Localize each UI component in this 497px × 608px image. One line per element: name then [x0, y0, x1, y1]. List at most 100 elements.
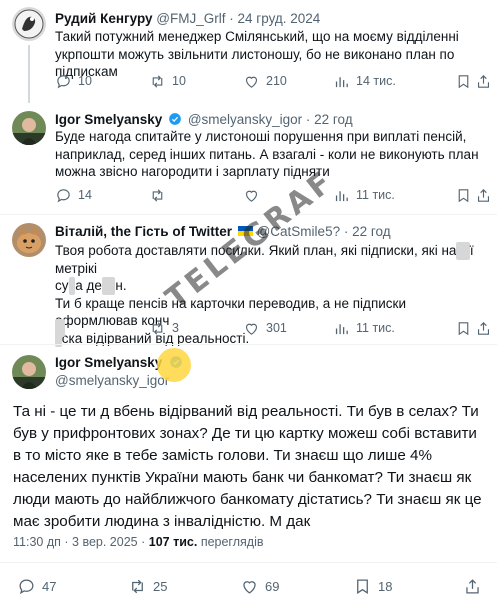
separator: · — [64, 535, 69, 549]
verified-badge-icon — [169, 356, 182, 368]
like-button[interactable]: 301 — [243, 318, 287, 338]
author-name[interactable]: Віталій, the Гість of Twitter — [55, 224, 232, 239]
author-name[interactable]: Igor Smelyansky — [55, 112, 162, 127]
repost-icon — [152, 188, 163, 202]
views-count: 11 тис. — [356, 321, 395, 335]
reply-icon — [57, 74, 70, 88]
censor-blur: xx — [101, 277, 116, 295]
repost-button[interactable]: 10 — [149, 71, 186, 91]
censor-blur — [55, 319, 65, 337]
post-date[interactable]: 22 год — [352, 224, 390, 239]
reply-button[interactable]: 14 — [55, 185, 92, 205]
bookmark-button[interactable]: 18 — [353, 576, 392, 596]
avatar-igor-smelyansky[interactable] — [12, 111, 46, 145]
bookmark-button[interactable] — [455, 318, 472, 338]
tweet-header: Віталій, the Гість of Twitter @CatSmile5… — [55, 223, 489, 241]
like-button[interactable]: 69 — [240, 576, 279, 596]
post-date[interactable]: 3 вер. 2025 — [72, 535, 138, 549]
avatar-igor-smelyansky-main[interactable] — [12, 355, 46, 389]
bookmark-icon — [458, 188, 469, 202]
repost-button[interactable] — [149, 185, 172, 205]
post-date[interactable]: 24 груд. 2024 — [238, 11, 321, 26]
avatar-vitalii[interactable] — [12, 223, 46, 257]
author-handle[interactable]: @CatSmile5? — [257, 224, 341, 239]
share-icon — [477, 321, 490, 335]
bookmark-button[interactable] — [455, 185, 472, 205]
reply-icon — [19, 579, 34, 594]
ukraine-flag-icon — [237, 226, 253, 236]
author-name[interactable]: Рудий Кенгуру — [55, 11, 153, 26]
bookmark-icon — [458, 74, 469, 88]
author-handle[interactable]: @smelyansky_igor — [55, 372, 185, 390]
bookmark-count: 18 — [378, 578, 393, 594]
post-date[interactable]: 22 год — [314, 112, 352, 127]
repost-icon — [152, 74, 163, 88]
repost-icon — [132, 579, 143, 593]
tweet-actions: 14 11 тис. — [55, 185, 490, 205]
divider — [0, 344, 497, 345]
post-meta: 11:30 дп · 3 вер. 2025 · 107 тис. перегл… — [13, 535, 264, 549]
views-icon — [335, 323, 348, 334]
text-line: Твоя робота доставляти посилки. Який пла… — [55, 243, 457, 258]
bookmark-button[interactable] — [455, 71, 472, 91]
like-count: 69 — [265, 578, 280, 594]
share-icon — [466, 578, 479, 593]
reply-count: 10 — [78, 74, 92, 88]
bookmark-icon — [357, 579, 368, 594]
tweet-2[interactable]: Igor Smelyansky @smelyansky_igor · 22 го… — [0, 103, 497, 215]
share-button[interactable] — [475, 318, 492, 338]
share-button[interactable] — [463, 576, 482, 596]
main-tweet-actions: 47 25 69 18 — [13, 576, 487, 598]
tweet-header: Рудий Кенгуру @FMJ_Grlf · 24 груд. 2024 — [55, 10, 489, 28]
reply-count: 47 — [42, 578, 57, 594]
like-count: 210 — [266, 74, 287, 88]
separator: · — [305, 112, 311, 127]
like-icon — [245, 76, 258, 88]
repost-count: 10 — [172, 74, 186, 88]
text-line: су — [55, 278, 69, 293]
separator: · — [141, 535, 146, 549]
repost-icon — [152, 321, 163, 335]
repost-button[interactable]: 3 — [149, 318, 179, 338]
tweet-actions: 3 301 11 тис. — [55, 318, 490, 338]
share-button[interactable] — [475, 71, 492, 91]
repost-button[interactable]: 25 — [128, 576, 167, 596]
tweet-1[interactable]: Рудий Кенгуру @FMJ_Grlf · 24 груд. 2024 … — [0, 0, 497, 103]
bookmark-icon — [458, 321, 469, 335]
reply-button[interactable]: 47 — [17, 576, 56, 596]
text-line: н. — [115, 278, 127, 293]
thread-line — [28, 45, 30, 103]
like-button[interactable] — [243, 185, 266, 205]
tweet-3[interactable]: Віталій, the Гість of Twitter @CatSmile5… — [0, 215, 497, 347]
divider — [0, 562, 497, 563]
tweet-header: Igor Smelyansky @smelyansky_igor · 22 го… — [55, 111, 489, 129]
views-count: 107 тис. — [148, 535, 198, 549]
post-time[interactable]: 11:30 дп — [13, 535, 61, 549]
share-icon — [477, 188, 490, 202]
text-line: а де — [75, 278, 102, 293]
separator: · — [343, 224, 349, 239]
reply-button[interactable] — [55, 318, 71, 338]
like-button[interactable]: 210 — [243, 71, 287, 91]
views-button[interactable]: 11 тис. — [333, 318, 395, 338]
avatar-rudyi-kenguru[interactable] — [12, 7, 46, 41]
views-count: 14 тис. — [356, 74, 396, 88]
author-handle[interactable]: @smelyansky_igor — [188, 112, 302, 127]
like-icon — [243, 580, 256, 594]
views-icon — [335, 190, 348, 201]
like-icon — [245, 323, 258, 335]
censor-blur: xx — [456, 242, 470, 260]
views-button[interactable]: 11 тис. — [333, 185, 395, 205]
views-button[interactable]: 14 тис. — [333, 71, 396, 91]
author-handle[interactable]: @FMJ_Grlf — [156, 11, 225, 26]
main-tweet-text: Та ні - це ти д вбень відірваний від реа… — [13, 403, 482, 530]
reply-button[interactable]: 10 — [55, 71, 92, 91]
author-name[interactable]: Igor Smelyansky — [55, 355, 162, 370]
share-button[interactable] — [475, 185, 492, 205]
repost-count: 25 — [153, 578, 168, 594]
views-count: 11 тис. — [356, 188, 395, 202]
separator: · — [229, 11, 234, 26]
tweet-text: Буде нагода спитайте у листоноші порушен… — [55, 129, 479, 179]
repost-count: 3 — [172, 321, 179, 335]
share-icon — [477, 74, 490, 88]
